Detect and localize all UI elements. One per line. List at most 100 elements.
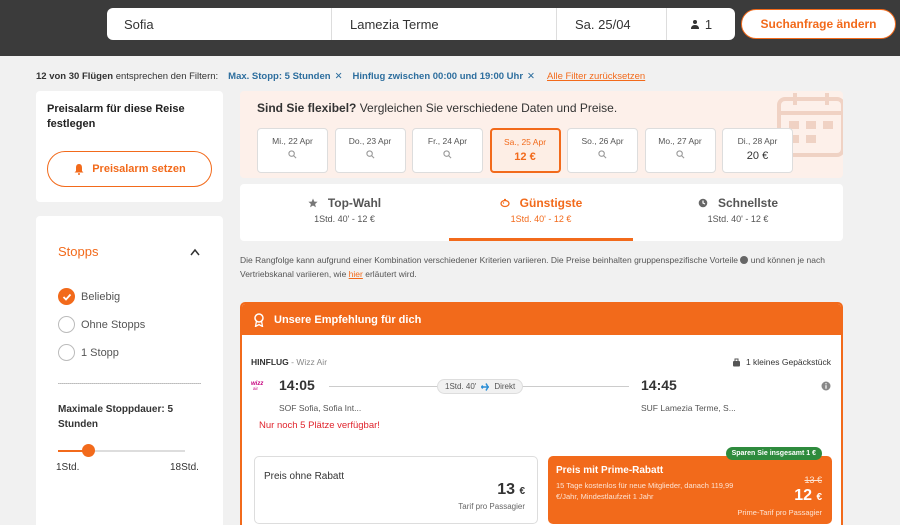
star-icon [308,198,318,208]
radio-unchecked[interactable] [58,316,75,333]
prime-price-option[interactable]: Sparen Sie insgesamt 1 € Preis mit Prime… [548,447,832,524]
flexible-dates-card: Sind Sie flexibel? Vergleichen Sie versc… [240,91,843,178]
route-duration-pill: 1Std. 40' Direkt [437,379,524,394]
search-form: Sofia Lamezia Terme Sa. 25/04 1 [107,8,735,40]
date-option[interactable]: So., 26 Apr [567,128,638,173]
magnifier-icon [443,150,452,159]
stops-option-label: Ohne Stopps [81,318,146,331]
price-alert-card: Preisalarm für diese Reise festlegen Pre… [36,91,223,202]
date-option[interactable]: Di., 28 Apr 20 € [722,128,793,173]
airplane-icon [481,382,490,391]
clock-icon [698,198,708,208]
set-price-alert-button[interactable]: Preisalarm setzen [47,151,212,187]
recommendation-header: Unsere Empfehlung für dich [242,304,841,335]
close-icon[interactable]: ✕ [335,71,343,82]
prime-price-note: Prime-Tarif pro Passagier [737,508,822,517]
regular-price-note: Tarif pro Passagier [458,502,525,511]
date-option-price: 12 € [514,151,536,163]
date-option-label: So., 26 Apr [581,136,624,146]
tab-cheapest[interactable]: Günstigste 1Std. 40' - 12 € [449,184,633,241]
active-filters-row: 12 von 30 Flügen entsprechen den Filtern… [36,70,645,82]
prime-price-title: Preis mit Prime-Rabatt [556,465,664,476]
price-alert-title: Preisalarm für diese Reise festlegen [47,103,185,130]
passenger-count: 1 [704,16,713,32]
reset-filters-link[interactable]: Alle Filter zurücksetzen [547,71,645,82]
date-field[interactable]: Sa. 25/04 [557,8,667,40]
tab-top-choice[interactable]: Top-Wahl 1Std. 40' - 12 € [240,184,449,241]
date-option[interactable]: Do., 23 Apr [334,128,406,173]
radio-checked[interactable] [58,288,75,305]
info-icon[interactable] [821,381,831,391]
stops-option-label: 1 Stopp [81,346,119,359]
date-option-label: Fr., 24 Apr [427,136,468,146]
flight-direction-label: HINFLUG - Wizz Air [251,357,328,367]
tab-subtitle: 1Std. 40' - 12 € [510,214,572,224]
flight-details: HINFLUG - Wizz Air 1 kleines Gepäckstück… [242,335,841,525]
regular-price-label: Preis ohne Rabatt [264,471,345,482]
regular-price-option[interactable]: Preis ohne Rabatt 13 € Tarif pro Passagi… [254,456,538,524]
tab-fastest[interactable]: Schnellste 1Std. 40' - 12 € [633,184,843,241]
recommended-flight-card[interactable]: Unsere Empfehlung für dich HINFLUG - Wiz… [240,302,843,525]
max-stop-duration-label: Maximale Stoppdauer: 5 Stunden [58,404,174,430]
date-option[interactable]: Mo., 27 Apr [644,128,716,173]
flexible-dates-title: Sind Sie flexibel? Vergleichen Sie versc… [257,101,618,115]
date-option-label: Mi., 22 Apr [272,136,313,146]
top-search-bar: Sofia Lamezia Terme Sa. 25/04 1 Suchanfr… [0,0,900,56]
svg-text:air: air [253,386,259,391]
slider-max-label: 18Std. [170,462,199,473]
slider-min-label: 1Std. [56,462,80,473]
date-option-label: Di., 28 Apr [737,136,778,146]
prime-price: 12 € [794,487,822,504]
stop-duration-slider[interactable] [58,444,185,457]
filter-chip-max-stop[interactable]: Max. Stopp: 5 Stunden ✕ [228,71,342,82]
arrival-time: 14:45 [641,377,677,393]
date-option[interactable]: Sa., 25 Apr 12 € [489,128,561,173]
magnifier-icon [598,150,607,159]
date-option-label: Sa., 25 Apr [503,137,547,147]
magnifier-icon [288,150,297,159]
ranking-disclaimer: Die Rangfolge kann aufgrund einer Kombin… [240,255,825,279]
stops-option-any[interactable]: Beliebig [58,288,120,305]
piggy-bank-icon [500,198,510,208]
tab-subtitle: 1Std. 40' - 12 € [314,214,375,224]
departure-time: 14:05 [279,377,315,393]
filter-chip-departure-time[interactable]: Hinflug zwischen 00:00 und 19:00 Uhr ✕ [353,71,535,82]
stops-heading[interactable]: Stopps [58,244,98,259]
stops-filter-card: Stopps Beliebig Ohne Stopps 1 Stopp Maxi… [36,216,223,525]
divider [58,383,201,384]
change-search-button[interactable]: Suchanfrage ändern [741,9,896,39]
tab-subtitle: 1Std. 40' - 12 € [707,214,769,224]
stops-option-label: Beliebig [81,290,121,303]
date-option[interactable]: Mi., 22 Apr [257,128,328,173]
prime-description: 15 Tage kostenlos für neue Mitglieder, d… [556,481,734,501]
results-count: 12 von 30 Flügen entsprechen den Filtern… [36,70,219,82]
regular-price: 13 € [497,481,525,498]
stops-option-nonstop[interactable]: Ohne Stopps [58,316,145,333]
chevron-up-icon[interactable] [190,248,200,256]
stops-option-one-stop[interactable]: 1 Stopp [58,344,119,361]
check-icon [62,293,71,301]
award-ribbon-icon [254,312,264,327]
arrival-airport: SUF Lamezia Terme, S... [641,403,736,413]
radio-unchecked[interactable] [58,344,75,361]
sort-tabs: Top-Wahl 1Std. 40' - 12 € Günstigste 1St… [240,184,843,241]
magnifier-icon [675,150,684,159]
prime-old-price: 13 € [804,475,822,485]
close-icon[interactable]: ✕ [527,71,535,82]
bell-icon [74,164,84,175]
luggage-icon [732,358,740,366]
date-option-label: Mo., 27 Apr [658,136,702,146]
slider-handle[interactable] [82,444,96,457]
date-option-price: 20 € [746,150,769,162]
person-icon [690,20,699,29]
wizz-air-logo: wizzair [251,381,263,391]
departure-airport: SOF Sofia, Sofia Int... [279,403,362,413]
origin-field[interactable]: Sofia [107,8,332,40]
date-option[interactable]: Fr., 24 Apr [412,128,483,173]
explanation-link[interactable]: hier [349,269,363,279]
baggage-info: 1 kleines Gepäckstück [732,357,831,367]
passengers-field[interactable]: 1 [667,8,735,40]
seats-left-warning: Nur noch 5 Plätze verfügbar! [259,420,380,431]
date-option-label: Do., 23 Apr [348,136,392,146]
destination-field[interactable]: Lamezia Terme [332,8,557,40]
